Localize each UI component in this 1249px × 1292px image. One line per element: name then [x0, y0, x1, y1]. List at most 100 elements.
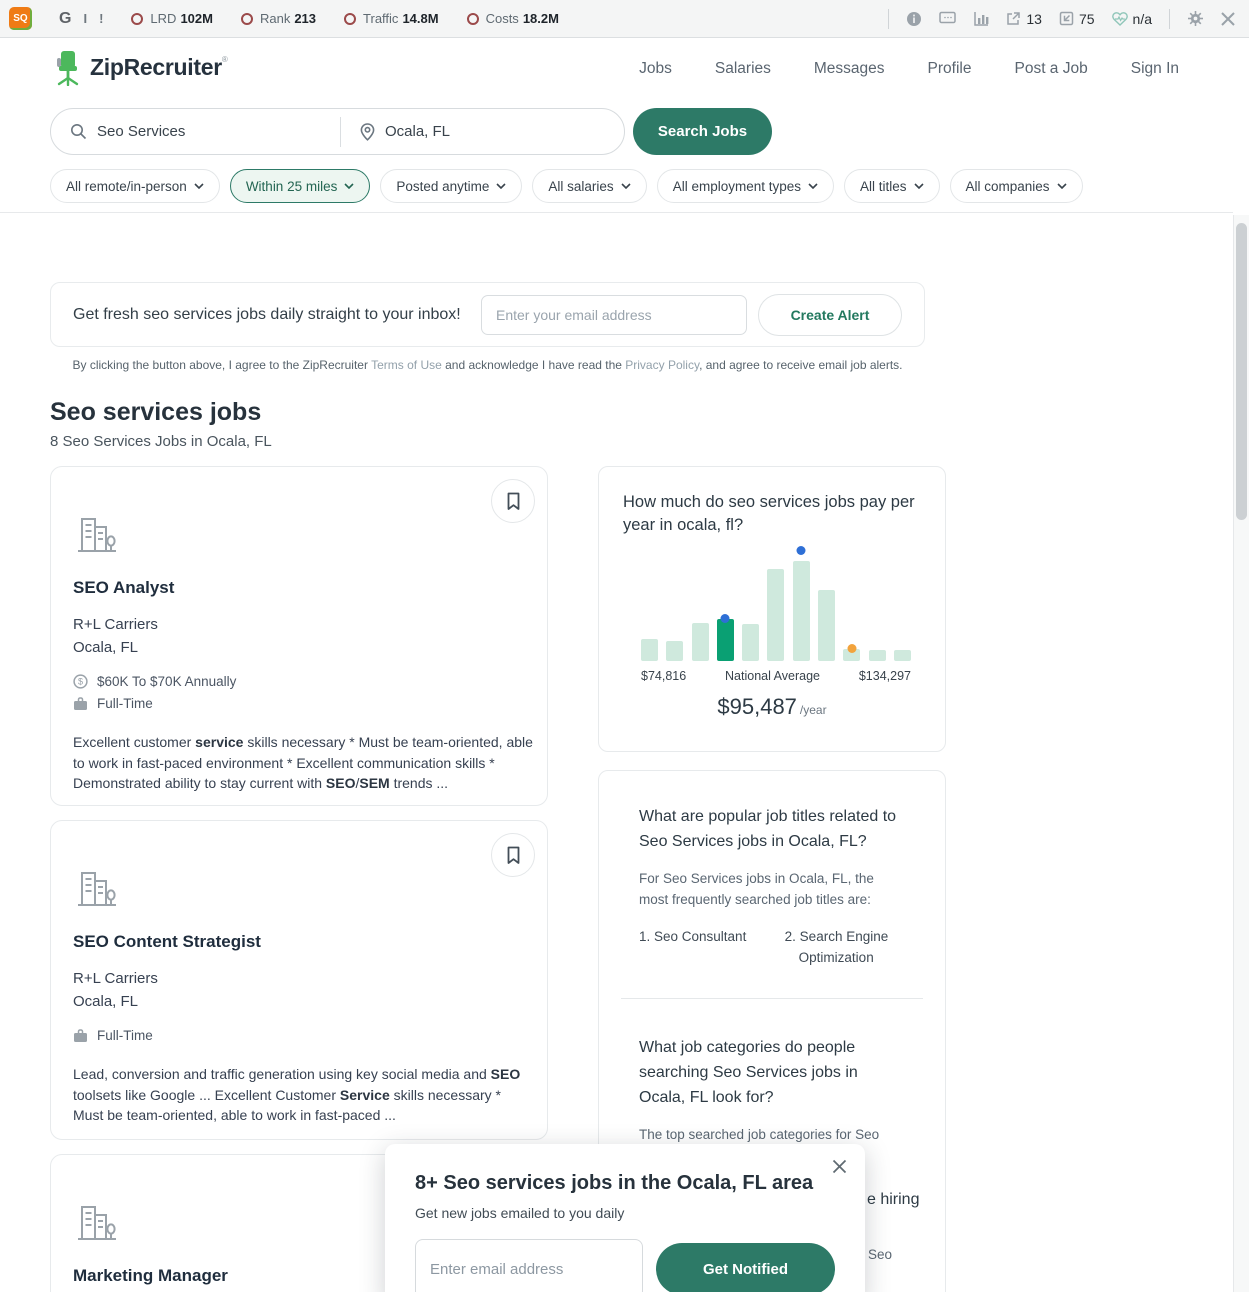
histogram-bar [692, 623, 709, 661]
histogram-bar [843, 649, 860, 661]
job-title[interactable]: SEO Content Strategist [73, 932, 525, 952]
seo-extension-toolbar: SQ G I ! LRD 102M Rank 213 Traffic 14.8M… [0, 0, 1249, 38]
nav-profile[interactable]: Profile [928, 60, 972, 78]
index-bar-icon: I [83, 11, 87, 26]
histogram-bar [641, 639, 658, 661]
job-card[interactable]: SEO Content Strategist R+L Carriers Ocal… [50, 820, 548, 1140]
page: SQ G I ! LRD 102M Rank 213 Traffic 14.8M… [0, 0, 1249, 1292]
metric-rank[interactable]: Rank 213 [241, 11, 316, 26]
histogram-bar [742, 624, 759, 661]
metric-label: Costs [486, 11, 519, 26]
filter-distance[interactable]: Within 25 miles [230, 169, 371, 203]
filter-employment-types[interactable]: All employment types [657, 169, 834, 203]
chevron-down-icon [344, 183, 354, 189]
email-alert-bar: Get fresh seo services jobs daily straig… [50, 282, 925, 347]
density-chart-icon[interactable] [973, 11, 989, 26]
text-link[interactable]: Terms of Use [371, 358, 442, 372]
filter-salaries[interactable]: All salaries [532, 169, 646, 203]
page-title: Seo services jobs [50, 398, 261, 427]
close-toolbar-icon[interactable] [1221, 12, 1235, 26]
search-icon [70, 123, 87, 140]
keyword-value: Seo Services [97, 123, 185, 140]
faq-list-item[interactable]: 2. Search Engine Optimization [785, 926, 905, 968]
average-amount: $95,487 [717, 694, 797, 719]
filter-remote[interactable]: All remote/in-person [50, 169, 220, 203]
chart-marker-dot [847, 644, 856, 653]
info-icon[interactable] [906, 11, 922, 27]
nav-post-a-job[interactable]: Post a Job [1014, 60, 1087, 78]
job-card[interactable]: SEO Analyst R+L Carriers Ocala, FL $ $60… [50, 466, 548, 806]
text-link[interactable]: Privacy Policy [625, 358, 699, 372]
metric-label: LRD [150, 11, 176, 26]
chevron-down-icon [194, 183, 204, 189]
search-jobs-button[interactable]: Search Jobs [633, 108, 772, 155]
brand-name: ZipRecruiter [90, 54, 222, 81]
metric-value: 213 [294, 11, 316, 26]
scrollbar-thumb[interactable] [1236, 223, 1247, 520]
seoquake-logo-icon[interactable]: SQ [9, 7, 32, 30]
job-description: Excellent customer service skills necess… [73, 732, 535, 794]
metric-traffic[interactable]: Traffic 14.8M [344, 11, 439, 26]
ziprecruiter-logo[interactable]: ZipRecruiter ® [54, 50, 228, 86]
create-alert-button[interactable]: Create Alert [758, 294, 902, 336]
filter-posted[interactable]: Posted anytime [380, 169, 522, 203]
page-info-icon[interactable] [939, 11, 956, 26]
external-links-count[interactable]: 13 [1006, 11, 1042, 27]
faq-question: What job categories do people searching … [639, 1035, 905, 1110]
location-value: Ocala, FL [385, 123, 450, 140]
warning-icon: ! [99, 11, 103, 26]
modal-email-input[interactable] [415, 1239, 643, 1292]
health-icon[interactable]: n/a [1112, 11, 1152, 27]
chevron-down-icon [496, 183, 506, 189]
briefcase-icon [73, 697, 88, 711]
google-icon[interactable]: G [59, 10, 71, 28]
company-building-icon [73, 515, 119, 557]
faq-list: 1. Seo Consultant 2. Search Engine Optim… [639, 926, 905, 968]
metric-value: 102M [180, 11, 213, 26]
briefcase-icon [73, 1029, 88, 1043]
job-title[interactable]: SEO Analyst [73, 578, 525, 598]
job-description: Lead, conversion and traffic generation … [73, 1064, 535, 1126]
histogram-bar [793, 561, 810, 661]
internal-links-count[interactable]: 75 [1059, 11, 1095, 27]
metric-costs[interactable]: Costs 18.2M [467, 11, 559, 26]
main-nav: Jobs Salaries Messages Profile Post a Jo… [639, 38, 1179, 100]
nav-jobs[interactable]: Jobs [639, 60, 672, 78]
average-suffix: /year [800, 703, 827, 717]
metric-lrd[interactable]: LRD 102M [131, 11, 213, 26]
chart-min-label: $74,816 [641, 669, 686, 683]
histogram-bar [666, 641, 683, 661]
metric-ring-icon [241, 13, 253, 25]
metric-ring-icon [344, 13, 356, 25]
faq-list-item[interactable]: 1. Seo Consultant [639, 926, 767, 968]
faq-answer: For Seo Services jobs in Ocala, FL, the … [639, 868, 905, 910]
bookmark-button[interactable] [491, 833, 535, 877]
chart-max-label: $134,297 [859, 669, 911, 683]
bookmark-icon [506, 846, 521, 865]
results-count: 8 Seo Services Jobs in Ocala, FL [50, 433, 272, 450]
svg-text:$: $ [78, 677, 83, 687]
bookmark-button[interactable] [491, 479, 535, 523]
nav-sign-in[interactable]: Sign In [1131, 60, 1179, 78]
nav-messages[interactable]: Messages [814, 60, 885, 78]
filter-companies[interactable]: All companies [950, 169, 1083, 203]
histogram-bar [767, 569, 784, 661]
get-notified-button[interactable]: Get Notified [656, 1243, 835, 1292]
gear-icon[interactable] [1187, 10, 1204, 27]
chart-marker-dot [721, 614, 730, 623]
external-links-value: 13 [1026, 11, 1042, 27]
location-field[interactable]: Ocala, FL [341, 123, 450, 141]
metric-ring-icon [467, 13, 479, 25]
metric-value: 18.2M [523, 11, 559, 26]
faq-divider [621, 998, 923, 999]
close-modal-button[interactable] [829, 1158, 849, 1178]
chevron-down-icon [914, 183, 924, 189]
filter-titles[interactable]: All titles [844, 169, 940, 203]
histogram-bar [717, 619, 734, 661]
chevron-down-icon [808, 183, 818, 189]
keyword-field[interactable]: Seo Services [51, 123, 340, 140]
alert-email-input[interactable] [481, 295, 747, 335]
histogram-bar [894, 650, 911, 661]
page-scrollbar[interactable] [1233, 215, 1249, 1292]
nav-salaries[interactable]: Salaries [715, 60, 771, 78]
